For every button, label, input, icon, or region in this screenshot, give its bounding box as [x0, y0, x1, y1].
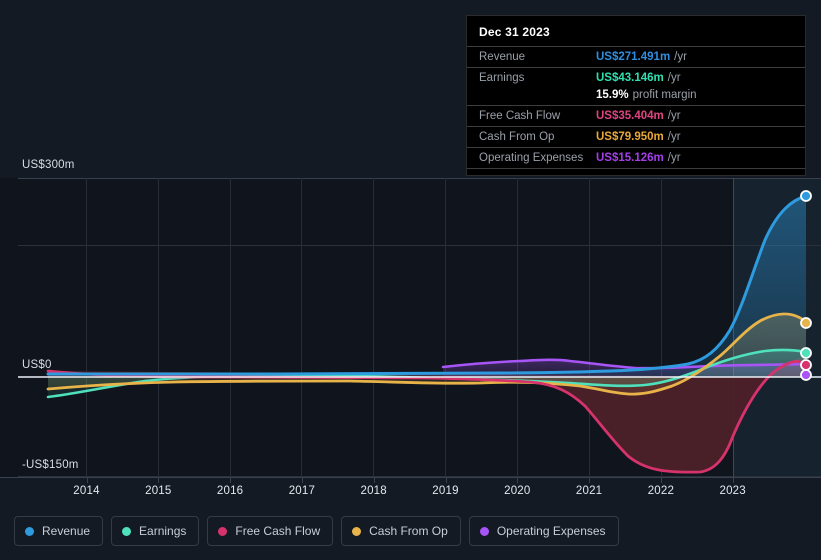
- line-revenue: [46, 194, 808, 376]
- y-axis-label-zero: US$0: [22, 359, 52, 371]
- area-revenue: [48, 196, 806, 377]
- tooltip-row-unit: /yr: [674, 51, 687, 63]
- legend-item-revenue[interactable]: Revenue: [14, 516, 104, 546]
- tooltip-row-unit: /yr: [667, 72, 681, 84]
- x-axis-tick: [86, 478, 88, 483]
- legend-item-label: Free Cash Flow: [235, 524, 321, 538]
- legend-item-free-cash-flow[interactable]: Free Cash Flow: [207, 516, 334, 546]
- tooltip-row: Operating Expenses US$15.126m/yr: [467, 147, 805, 168]
- tooltip-row-key: Cash From Op: [479, 131, 555, 143]
- x-axis-tick-label: 2016: [216, 485, 244, 497]
- x-axis-tick: [230, 478, 232, 483]
- legend-item-label: Revenue: [42, 524, 91, 538]
- legend-swatch-icon: [25, 526, 34, 536]
- tooltip-row-key: Operating Expenses: [479, 152, 584, 164]
- chart-legend[interactable]: Revenue Earnings Free Cash Flow Cash From O…: [14, 516, 619, 546]
- tooltip-footer-divider: [467, 168, 805, 175]
- legend-swatch-icon: [122, 526, 132, 536]
- x-axis-tick: [301, 478, 303, 483]
- x-axis-tick: [660, 478, 662, 483]
- chart-tooltip: Dec 31 2023 Revenue US$271.491m/yr Earning…: [466, 15, 806, 176]
- x-axis-tick-label: 2014: [73, 485, 100, 497]
- x-axis-tick-label: 2017: [288, 485, 316, 497]
- legend-swatch-icon: [352, 526, 362, 536]
- y-axis-label-bottom: -US$150m: [22, 459, 79, 471]
- x-axis-tick: [517, 478, 519, 483]
- tooltip-row-unit: /yr: [667, 110, 681, 122]
- legend-swatch-icon: [479, 526, 489, 536]
- x-axis-line: [0, 477, 821, 478]
- x-axis-tick-label: 2018: [360, 485, 387, 497]
- x-axis-tick-label: 2022: [647, 485, 675, 497]
- tooltip-row-unit: /yr: [667, 152, 681, 164]
- tooltip-row-key: Earnings: [479, 72, 525, 84]
- tooltip-rows: Revenue US$271.491m/yr Earnings US$43.146m /…: [467, 46, 805, 168]
- tooltip-row-value: US$79.950m: [596, 131, 664, 143]
- legend-item-earnings[interactable]: Earnings: [111, 516, 200, 546]
- tooltip-row: 15.9% profit margin: [467, 88, 805, 105]
- tooltip-row: Cash From Op US$79.950m/yr: [467, 126, 805, 147]
- x-axis-tick: [158, 478, 160, 483]
- tooltip-row-value: US$271.491m: [596, 51, 671, 63]
- x-axis-tick-label: 2021: [575, 485, 603, 497]
- plot-area: [0, 178, 821, 477]
- y-axis-label-top: US$300m: [22, 159, 75, 171]
- tooltip-row: Earnings US$43.146m/yr: [467, 67, 805, 88]
- x-axis-tick-label: 2019: [432, 485, 459, 497]
- chart-root: US$300m US$0 -US$150m 2014 2015 2016 2017 20…: [0, 0, 821, 560]
- chart-svg: [18, 178, 821, 477]
- tooltip-date: Dec 31 2023: [479, 25, 550, 39]
- endpoint-earnings: [800, 347, 812, 359]
- x-axis: 2014 2015 2016 2017 2018 2019 2020 2021 2022 2023: [0, 477, 821, 510]
- tooltip-row-unit: /yr: [667, 131, 681, 143]
- tooltip-row: Revenue US$271.491m/yr: [467, 46, 805, 67]
- endpoint-revenue: [800, 190, 812, 202]
- endpoint-operating-expenses: [800, 369, 812, 381]
- tooltip-row: Free Cash Flow US$35.404m/yr: [467, 105, 805, 126]
- x-axis-tick-label: 2020: [504, 485, 531, 497]
- legend-item-label: Earnings: [139, 524, 187, 538]
- x-axis-tick: [732, 478, 734, 483]
- legend-item-label: Operating Expenses: [496, 524, 606, 538]
- tooltip-row-unit: profit margin: [632, 89, 697, 101]
- endpoint-cash-from-op: [800, 317, 812, 329]
- endpoint-free-cash-flow: [800, 359, 812, 371]
- x-axis-tick: [589, 478, 591, 483]
- legend-item-operating-expenses[interactable]: Operating Expenses: [468, 516, 619, 546]
- tooltip-row-key: Free Cash Flow: [479, 110, 561, 122]
- tooltip-row-value: US$43.146m: [596, 72, 664, 84]
- x-axis-tick-label: 2015: [145, 485, 172, 497]
- tooltip-row-value: US$15.126m: [596, 152, 664, 164]
- x-axis-tick-label: 2023: [719, 485, 746, 497]
- legend-swatch-icon: [218, 526, 228, 536]
- legend-item-cash-from-op[interactable]: Cash From Op: [341, 516, 461, 546]
- tooltip-row-value: US$35.404m: [596, 110, 664, 122]
- tooltip-row-value: 15.9%: [596, 89, 629, 101]
- x-axis-tick: [445, 478, 447, 483]
- tooltip-row-key: Revenue: [479, 51, 526, 63]
- legend-item-label: Cash From Op: [369, 524, 448, 538]
- x-axis-tick: [373, 478, 375, 483]
